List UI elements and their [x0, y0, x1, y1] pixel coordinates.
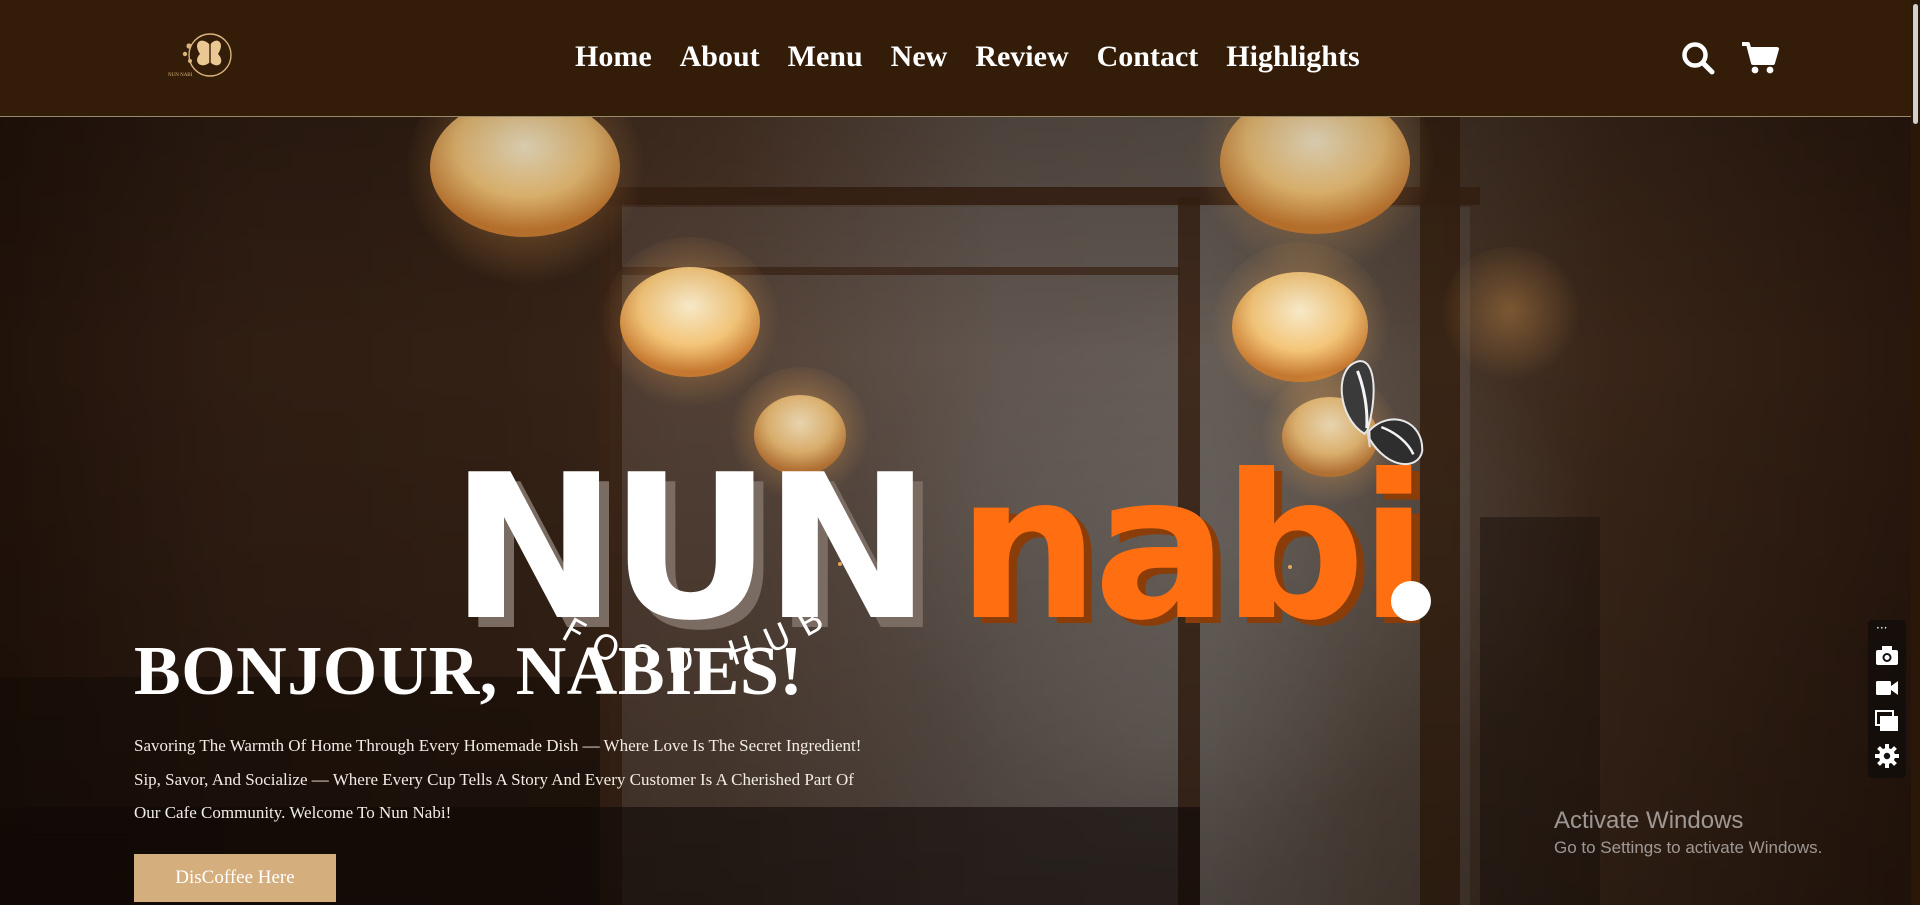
camera-icon[interactable]	[1875, 644, 1899, 666]
nav-about-link[interactable]: About	[680, 37, 760, 77]
butterfly-logo-icon[interactable]: NUN NABI	[166, 32, 236, 78]
logo-text: NUN NABI	[168, 73, 193, 78]
brand-word-nabi: nabi	[957, 432, 1422, 665]
hero-description: Savoring The Warmth Of Home Through Ever…	[134, 736, 862, 822]
nav-menu-link[interactable]: Menu	[788, 37, 863, 77]
nav-new-link[interactable]: New	[891, 37, 948, 77]
windows-icon[interactable]	[1875, 710, 1899, 732]
site-header: NUN NABI Home About Menu New Review Cont…	[0, 0, 1920, 117]
search-icon[interactable]	[1680, 40, 1716, 76]
side-toolbar: ···	[1868, 620, 1906, 778]
link-icon[interactable]: ···	[1876, 621, 1887, 635]
nav-home-link[interactable]: Home	[575, 37, 652, 77]
brand-word-nun: NUN	[450, 432, 923, 665]
discoffee-button[interactable]: DisCoffee Here	[134, 854, 336, 902]
cart-icon[interactable]	[1740, 40, 1780, 76]
video-icon[interactable]	[1875, 678, 1899, 698]
brand-dot	[1391, 581, 1431, 621]
nav-review-link[interactable]: Review	[975, 37, 1068, 77]
nav-highlights-link[interactable]: Highlights	[1226, 37, 1359, 77]
main-nav: Home About Menu New Review Contact Highl…	[575, 37, 1360, 77]
nav-contact-link[interactable]: Contact	[1097, 37, 1199, 77]
activate-windows-title: Activate Windows	[1554, 807, 1744, 834]
activate-windows-watermark: Activate Windows Go to Settings to activ…	[1554, 805, 1822, 859]
scrollbar-thumb[interactable]	[1913, 4, 1918, 124]
page-scrollbar[interactable]	[1911, 0, 1920, 905]
hero-title: BONJOUR, NABIES!	[134, 633, 804, 710]
gear-icon[interactable]	[1875, 744, 1899, 768]
activate-windows-subtitle: Go to Settings to activate Windows.	[1554, 838, 1823, 857]
hero-section: NUN NUN nabi nabi FOOD HUB BONJOUR, NABI…	[0, 117, 1920, 905]
